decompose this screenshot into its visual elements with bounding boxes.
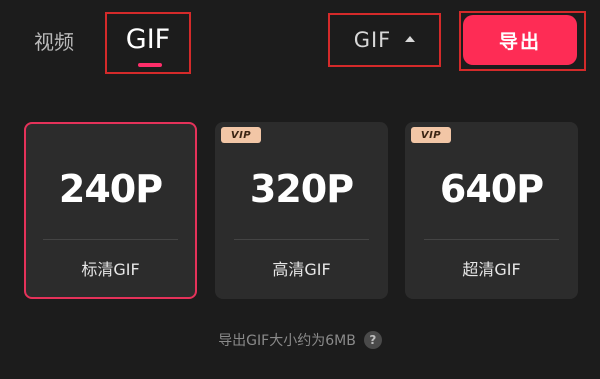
quality-card-640p[interactable]: VIP 640P 超清GIF: [405, 122, 578, 299]
tab-video[interactable]: 视频: [34, 29, 74, 55]
card-divider: [43, 239, 178, 240]
card-divider: [234, 239, 369, 240]
caret-up-icon: [405, 36, 416, 42]
export-size-text: 导出GIF大小约为6MB: [218, 333, 356, 349]
quality-card-240p[interactable]: 240P 标清GIF: [24, 122, 197, 299]
card-divider: [424, 239, 559, 240]
tab-gif[interactable]: GIF: [105, 23, 191, 57]
card-resolution: 640P: [439, 167, 544, 211]
help-icon[interactable]: ?: [363, 331, 382, 349]
format-dropdown-value: GIF: [353, 28, 392, 52]
active-tab-indicator: [138, 63, 162, 67]
card-label: 超清GIF: [462, 260, 521, 279]
vip-badge: VIP: [411, 127, 451, 143]
export-button[interactable]: 导出: [463, 15, 577, 65]
card-label: 标清GIF: [81, 260, 140, 279]
export-panel: 视频 GIF GIF 导出 240P 标清GIF VIP 320P 高清GIF …: [0, 0, 600, 379]
quality-card-320p[interactable]: VIP 320P 高清GIF: [215, 122, 388, 299]
card-label: 高清GIF: [272, 260, 331, 279]
export-size-info: 导出GIF大小约为6MB ?: [0, 330, 600, 350]
vip-badge: VIP: [221, 127, 261, 143]
card-resolution: 320P: [249, 167, 354, 211]
format-dropdown[interactable]: GIF: [328, 13, 441, 67]
card-resolution: 240P: [58, 167, 163, 211]
